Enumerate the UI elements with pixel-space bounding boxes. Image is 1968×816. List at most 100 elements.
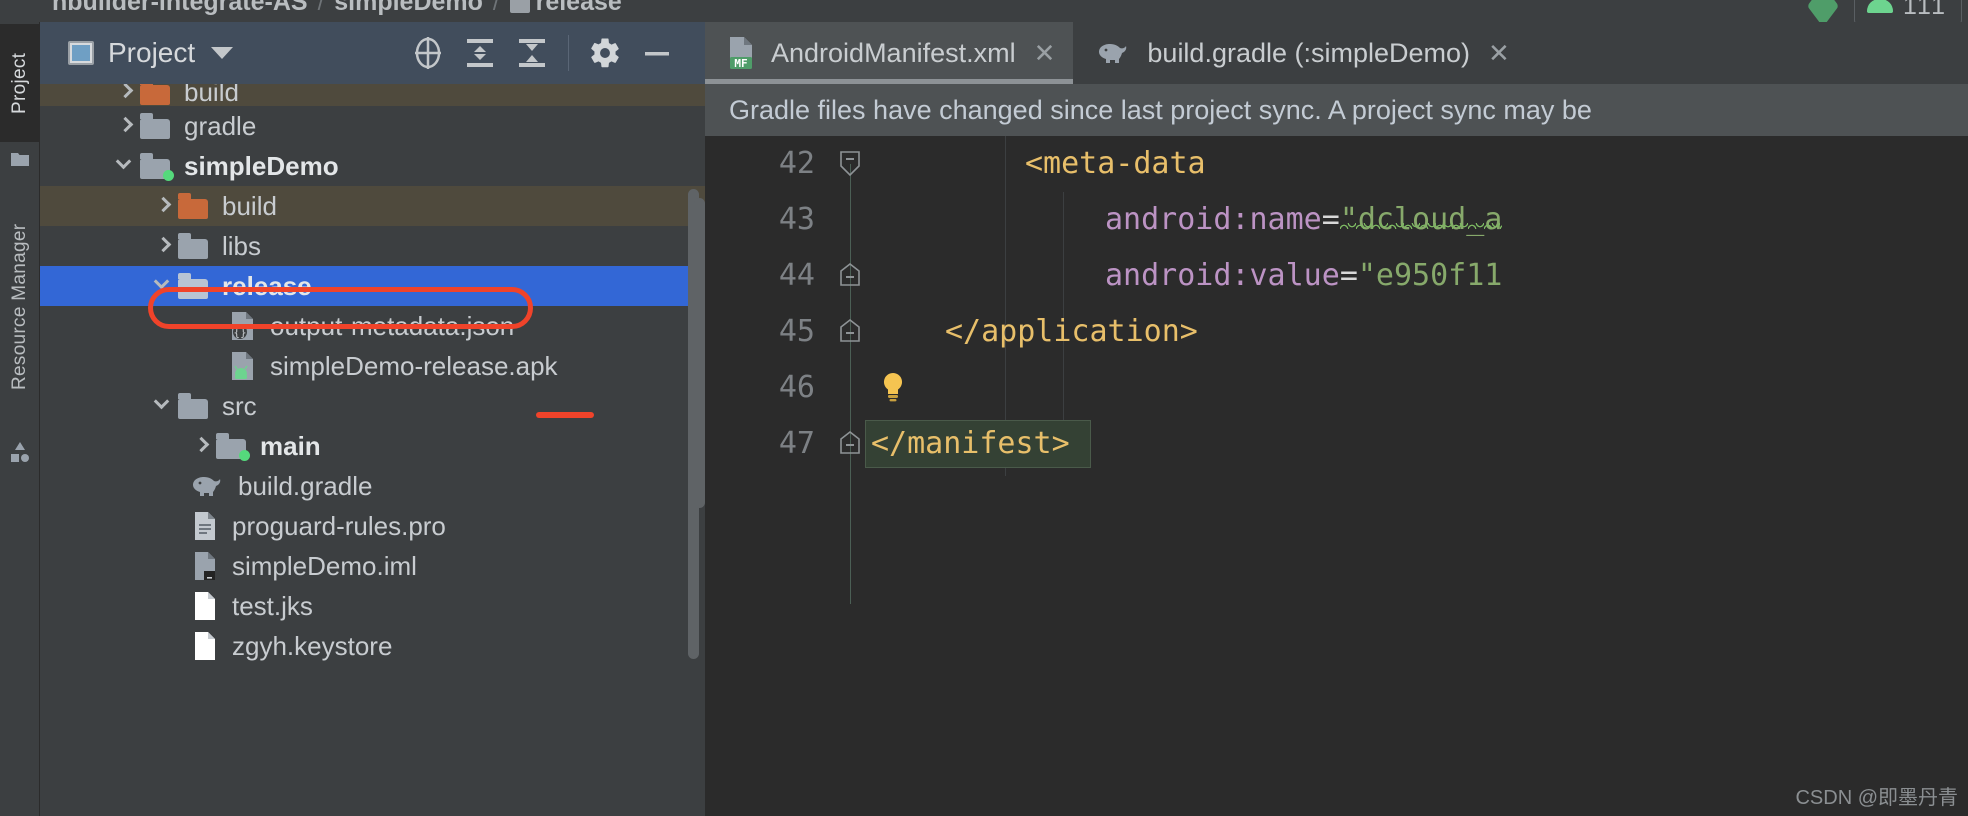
tree-row-iml[interactable]: simpleDemo.iml — [40, 546, 705, 586]
tree-row-label: simpleDemo.iml — [232, 550, 417, 581]
tree-row-apk[interactable]: simpleDemo-release.apk — [40, 346, 705, 386]
breadcrumb-separator: / — [492, 0, 500, 16]
close-icon[interactable]: ✕ — [1034, 38, 1056, 69]
tree-row-output-metadata[interactable]: {} output-metadata.json — [40, 306, 705, 346]
top-breadcrumb-bar: nbuilder-integrate-AS / simpleDemo / rel… — [0, 0, 1968, 22]
sidebar-item-resource-manager[interactable]: Resource Manager — [0, 182, 40, 432]
minimize-icon[interactable] — [631, 27, 683, 79]
code-editor[interactable]: 42 <meta-data 43 android:name="dcloud_a … — [694, 136, 1968, 816]
select-opened-file-button[interactable] — [402, 27, 454, 79]
chevron-down-icon[interactable] — [211, 47, 234, 59]
chevron-right-icon[interactable] — [114, 84, 140, 105]
breadcrumb-item-project[interactable]: nbuilder-integrate-AS — [52, 0, 308, 17]
expand-all-button[interactable] — [454, 27, 506, 79]
json-file-icon: {} — [232, 312, 253, 340]
breadcrumb-item-module[interactable]: simpleDemo — [334, 0, 483, 17]
code-text: </manifest> — [871, 416, 1070, 472]
tree-row-src[interactable]: src — [40, 386, 705, 426]
intention-bulb-icon[interactable] — [880, 372, 906, 402]
android-studio-window: nbuilder-integrate-AS / simpleDemo / rel… — [0, 0, 1968, 816]
fold-minus-icon[interactable] — [837, 318, 863, 346]
code-text: </application> — [945, 304, 1198, 360]
editor-tab-strip: MF AndroidManifest.xml ✕ build.gradle (:… — [705, 22, 1968, 84]
chevron-down-icon[interactable] — [114, 153, 140, 179]
tree-row-release[interactable]: release — [40, 266, 705, 306]
breadcrumb-separator: / — [317, 0, 325, 16]
tree-row-zgyh-keystore[interactable]: zgyh.keystore — [40, 626, 705, 666]
chevron-down-icon[interactable] — [152, 393, 178, 419]
tree-row-label: test.jks — [232, 590, 313, 621]
breadcrumb: nbuilder-integrate-AS / simpleDemo / rel… — [52, 0, 622, 17]
device-selector[interactable]: 111 — [1853, 0, 1962, 22]
code-line-43: 43 android:name="dcloud_a — [705, 192, 1968, 248]
line-number: 47 — [778, 426, 815, 461]
code-token-tag: <meta-data — [1025, 146, 1206, 181]
tree-row-label: main — [260, 430, 321, 461]
code-token-tag: </application> — [945, 314, 1198, 349]
tree-row-label: proguard-rules.pro — [232, 510, 446, 541]
code-text: android:value="e950f11 — [1105, 248, 1502, 304]
folder-icon — [178, 233, 210, 259]
chevron-right-icon[interactable] — [190, 433, 216, 459]
tab-androidmanifest-xml[interactable]: MF AndroidManifest.xml ✕ — [705, 22, 1074, 84]
device-selector-label: 111 — [1902, 0, 1947, 20]
tree-row-proguard[interactable]: proguard-rules.pro — [40, 506, 705, 546]
fold-minus-icon[interactable] — [837, 430, 863, 458]
folder-icon — [178, 393, 210, 419]
gradle-elephant-icon — [193, 477, 221, 496]
chevron-right-icon[interactable] — [114, 113, 140, 139]
tree-row-module-build[interactable]: build — [40, 186, 705, 226]
tree-row-label: libs — [222, 230, 262, 261]
folder-icon — [509, 0, 530, 13]
tree-row-label: release — [222, 270, 312, 301]
close-icon[interactable]: ✕ — [1488, 38, 1510, 69]
watermark: CSDN @即墨丹青 — [1795, 787, 1958, 809]
green-tag-icon[interactable] — [1807, 0, 1839, 22]
resource-shapes-icon — [11, 442, 29, 462]
manifest-file-icon: MF — [730, 37, 752, 70]
tree-row-main[interactable]: main — [40, 426, 705, 466]
code-token-attribute: android:value — [1105, 258, 1340, 293]
line-number: 43 — [778, 202, 815, 237]
editor-scrollbar[interactable] — [694, 198, 705, 508]
svg-text:MF: MF — [734, 57, 747, 70]
tree-row-build-root[interactable]: build — [40, 84, 705, 107]
project-file-tree[interactable]: build gradle simpleDemo build libs relea… — [40, 84, 705, 816]
tab-label: AndroidManifest.xml — [771, 37, 1016, 68]
editor-area: MF AndroidManifest.xml ✕ build.gradle (:… — [694, 22, 1968, 816]
gradle-sync-notification[interactable]: Gradle files have changed since last pro… — [705, 84, 1968, 136]
line-number: 46 — [778, 370, 815, 405]
line-number: 45 — [778, 314, 815, 349]
tree-row-test-jks[interactable]: test.jks — [40, 586, 705, 626]
project-tool-window: Project build gradle simpleDemo build li… — [40, 22, 705, 816]
code-text: android:name="dcloud_a — [1105, 192, 1502, 248]
code-text: <meta-data — [1025, 136, 1206, 192]
tree-row-label: build.gradle — [238, 470, 373, 501]
tree-row-libs[interactable]: libs — [40, 226, 705, 266]
sidebar-item-project[interactable]: Project — [0, 24, 40, 142]
chevron-right-icon[interactable] — [152, 233, 178, 259]
tree-row-simpledemo[interactable]: simpleDemo — [40, 146, 705, 186]
chevron-down-icon[interactable] — [152, 273, 178, 299]
tree-row-label: simpleDemo-release.apk — [270, 350, 558, 381]
fold-minus-icon[interactable] — [837, 262, 863, 290]
project-view-icon — [68, 41, 94, 65]
fold-minus-icon[interactable] — [837, 150, 863, 178]
line-number: 42 — [778, 146, 815, 181]
text-file-icon — [195, 512, 215, 540]
tree-row-label: build — [184, 84, 239, 107]
tab-build-gradle[interactable]: build.gradle (:simpleDemo) ✕ — [1073, 22, 1527, 84]
chevron-right-icon[interactable] — [152, 193, 178, 219]
code-line-45: 45 </application> — [705, 304, 1968, 360]
tree-row-label: gradle — [184, 110, 257, 141]
tree-row-build-gradle[interactable]: build.gradle — [40, 466, 705, 506]
collapse-all-button[interactable] — [506, 27, 558, 79]
code-token-attribute: android:name — [1105, 202, 1322, 237]
project-panel-header: Project — [40, 22, 705, 84]
gear-icon[interactable] — [579, 27, 631, 79]
tree-row-label: zgyh.keystore — [232, 630, 393, 661]
folder-orange-icon — [178, 193, 210, 219]
tree-row-gradle[interactable]: gradle — [40, 106, 705, 146]
breadcrumb-item-release[interactable]: release — [509, 0, 622, 17]
module-status-dot — [163, 170, 174, 181]
